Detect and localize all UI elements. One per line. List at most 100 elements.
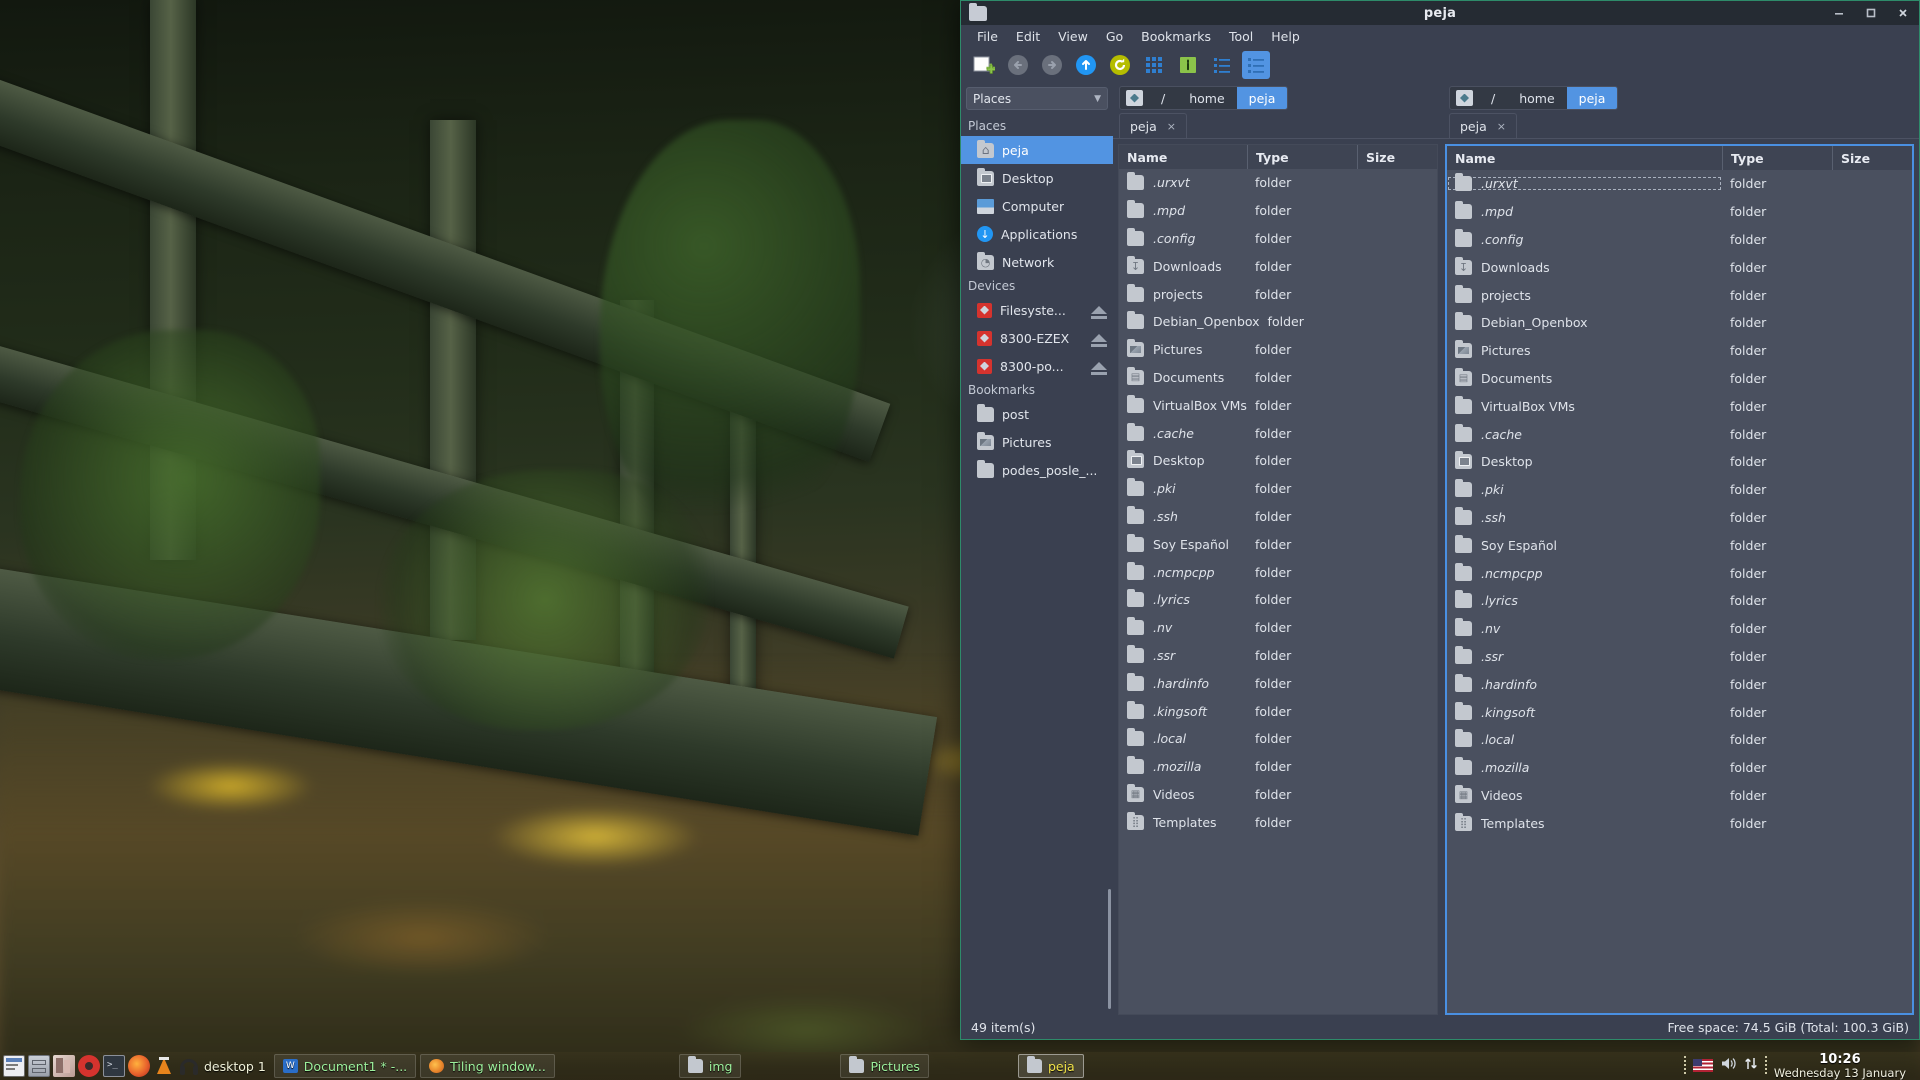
file-name-cell[interactable]: Soy Español xyxy=(1447,534,1722,553)
file-name-cell[interactable]: .cache xyxy=(1447,423,1722,442)
table-row[interactable]: Desktop folder xyxy=(1447,448,1912,476)
table-row[interactable]: .kingsoft folder xyxy=(1447,698,1912,726)
table-row[interactable]: .lyrics folder xyxy=(1447,587,1912,615)
file-name-cell[interactable]: Templates xyxy=(1119,811,1247,830)
file-name-cell[interactable]: .mozilla xyxy=(1119,756,1247,775)
file-name-cell[interactable]: Debian_Openbox xyxy=(1447,312,1722,331)
sidebar-item-podes-posle[interactable]: podes_posle_... xyxy=(961,456,1113,484)
table-row[interactable]: .config folder xyxy=(1447,226,1912,254)
table-row[interactable]: .local folder xyxy=(1119,725,1437,753)
file-name-cell[interactable]: .ssh xyxy=(1447,506,1722,525)
toolbar[interactable] xyxy=(961,47,1919,83)
right-tabstrip[interactable]: peja × xyxy=(1443,113,1919,139)
sidebar-item-desktop[interactable]: Desktop xyxy=(961,164,1113,192)
sidebar-item-network[interactable]: Network xyxy=(961,248,1113,276)
archive-manager-icon[interactable] xyxy=(28,1055,50,1077)
eject-icon[interactable] xyxy=(1091,306,1107,319)
task-button-tiling-window[interactable]: Tiling window... xyxy=(420,1054,555,1078)
breadcrumb-home[interactable]: home xyxy=(1177,87,1236,109)
breadcrumb-home[interactable]: home xyxy=(1507,87,1566,109)
keyboard-layout-flag-icon[interactable] xyxy=(1692,1059,1713,1073)
taskbar[interactable]: >_ desktop 1 W Document1 * -... Tiling w… xyxy=(0,1052,1920,1080)
network-icon[interactable] xyxy=(1744,1056,1758,1075)
file-name-cell[interactable]: Documents xyxy=(1119,366,1247,385)
sidebar-scrollbar[interactable] xyxy=(1108,889,1111,1009)
table-row[interactable]: .urxvt folder xyxy=(1447,170,1912,198)
media-player-icon[interactable] xyxy=(78,1055,100,1077)
table-row[interactable]: Templates folder xyxy=(1447,809,1912,837)
compact-view-icon[interactable] xyxy=(1208,51,1236,79)
column-header-size[interactable]: Size xyxy=(1832,146,1912,170)
close-icon[interactable]: × xyxy=(1497,120,1506,133)
software-center-icon[interactable] xyxy=(53,1055,75,1077)
headphones-icon[interactable] xyxy=(178,1055,200,1077)
file-name-cell[interactable]: .local xyxy=(1119,728,1247,747)
text-editor-icon[interactable] xyxy=(3,1055,25,1077)
right-pathbar[interactable]: / home peja xyxy=(1443,83,1919,113)
desktop-pager-label[interactable]: desktop 1 xyxy=(204,1059,266,1074)
table-row[interactable]: .ssh folder xyxy=(1119,503,1437,531)
breadcrumb-peja[interactable]: peja xyxy=(1566,87,1618,109)
right-file-list[interactable]: Name Type Size .urxvt folder .mpd folder .co… xyxy=(1445,144,1914,1015)
sidebar[interactable]: Places ▼ Places peja Desktop Computer ↓ … xyxy=(961,83,1113,1015)
table-row[interactable]: .pki folder xyxy=(1447,476,1912,504)
file-name-cell[interactable]: Templates xyxy=(1447,812,1722,831)
breadcrumb-peja[interactable]: peja xyxy=(1236,87,1288,109)
file-name-cell[interactable]: Documents xyxy=(1447,367,1722,386)
menu-help[interactable]: Help xyxy=(1263,27,1308,46)
breadcrumb-root[interactable]: / xyxy=(1149,87,1177,109)
table-row[interactable]: Soy Español folder xyxy=(1119,530,1437,558)
table-row[interactable]: VirtualBox VMs folder xyxy=(1447,392,1912,420)
table-row[interactable]: .cache folder xyxy=(1119,419,1437,447)
file-name-cell[interactable]: .config xyxy=(1447,228,1722,247)
terminal-icon[interactable]: >_ xyxy=(103,1055,125,1077)
forward-icon[interactable] xyxy=(1038,51,1066,79)
window-titlebar[interactable]: peja xyxy=(961,1,1919,25)
table-row[interactable]: .mozilla folder xyxy=(1119,753,1437,781)
file-name-cell[interactable]: .ssr xyxy=(1119,644,1247,663)
file-name-cell[interactable]: VirtualBox VMs xyxy=(1119,394,1247,413)
file-name-cell[interactable]: .mpd xyxy=(1447,201,1722,220)
file-name-cell[interactable]: Downloads xyxy=(1119,255,1247,274)
table-row[interactable]: .config folder xyxy=(1119,225,1437,253)
file-name-cell[interactable]: projects xyxy=(1119,283,1247,302)
menubar[interactable]: File Edit View Go Bookmarks Tool Help xyxy=(961,25,1919,47)
task-button-pictures[interactable]: Pictures xyxy=(840,1054,929,1078)
left-rows[interactable]: .urxvtfolder.mpdfolder.configfolderDownl… xyxy=(1119,169,1437,1014)
table-row[interactable]: Desktop folder xyxy=(1119,447,1437,475)
file-name-cell[interactable]: .lyrics xyxy=(1447,590,1722,609)
menu-edit[interactable]: Edit xyxy=(1008,27,1048,46)
table-row[interactable]: Pictures folder xyxy=(1119,336,1437,364)
file-name-cell[interactable]: .cache xyxy=(1119,422,1247,441)
file-name-cell[interactable]: Desktop xyxy=(1119,450,1247,469)
menu-file[interactable]: File xyxy=(969,27,1006,46)
column-header-name[interactable]: Name xyxy=(1447,146,1722,170)
tab-peja[interactable]: peja × xyxy=(1449,113,1517,138)
table-row[interactable]: .ssr folder xyxy=(1119,642,1437,670)
file-name-cell[interactable]: Pictures xyxy=(1447,340,1722,359)
table-row[interactable]: .lyrics folder xyxy=(1119,586,1437,614)
file-name-cell[interactable]: .kingsoft xyxy=(1447,701,1722,720)
file-name-cell[interactable]: .pki xyxy=(1447,479,1722,498)
table-row[interactable]: projects folder xyxy=(1119,280,1437,308)
new-tab-icon[interactable] xyxy=(970,51,998,79)
info-icon[interactable] xyxy=(1174,51,1202,79)
file-name-cell[interactable]: .config xyxy=(1119,227,1247,246)
table-row[interactable]: Templates folder xyxy=(1119,808,1437,836)
task-buttons[interactable]: W Document1 * -... Tiling window... img … xyxy=(273,1054,1684,1078)
detailed-list-view-icon[interactable] xyxy=(1242,51,1270,79)
table-row[interactable]: Debian_Openbox folder xyxy=(1119,308,1437,336)
left-column-header[interactable]: Name Type Size xyxy=(1119,145,1437,169)
table-row[interactable]: .ssh folder xyxy=(1447,504,1912,532)
column-header-size[interactable]: Size xyxy=(1357,145,1437,169)
file-name-cell[interactable]: Videos xyxy=(1119,783,1247,802)
sidebar-item-post[interactable]: post xyxy=(961,400,1113,428)
file-name-cell[interactable]: .nv xyxy=(1119,617,1247,636)
task-button-peja[interactable]: peja xyxy=(1017,1054,1084,1078)
table-row[interactable]: .ncmpcpp folder xyxy=(1119,558,1437,586)
right-rows[interactable]: .urxvtfolder.mpdfolder.configfolderDownl… xyxy=(1447,170,1912,1013)
menu-bookmarks[interactable]: Bookmarks xyxy=(1133,27,1219,46)
menu-go[interactable]: Go xyxy=(1098,27,1131,46)
volume-icon[interactable] xyxy=(1720,1056,1737,1075)
sidebar-item-peja[interactable]: peja xyxy=(961,136,1113,164)
